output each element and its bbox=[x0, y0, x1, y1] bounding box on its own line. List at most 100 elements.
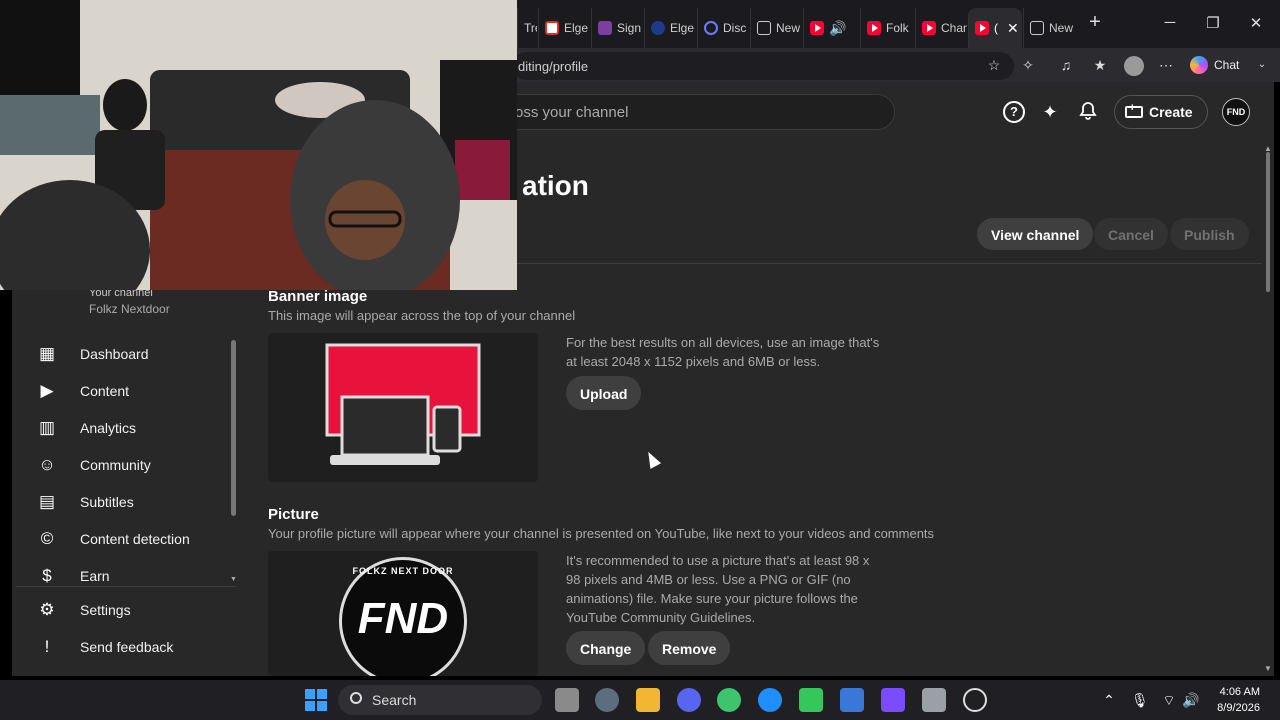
media-player-icon[interactable] bbox=[963, 688, 987, 712]
search-icon bbox=[704, 21, 718, 35]
picture-section-title: Picture bbox=[268, 506, 319, 523]
gmail-icon bbox=[545, 21, 559, 35]
publish-button[interactable]: Publish bbox=[1170, 218, 1249, 250]
change-picture-button[interactable]: Change bbox=[566, 631, 646, 665]
tab-11[interactable]: New bbox=[1023, 8, 1079, 48]
sidebar-item-dashboard[interactable]: ▦ Dashboard bbox=[36, 336, 236, 372]
tray-chevron-up-icon[interactable]: ⌃ bbox=[1101, 692, 1117, 709]
clock-date[interactable]: 8/9/2026 bbox=[1200, 702, 1260, 714]
sidebar-item-community[interactable]: ☺ Community bbox=[36, 447, 236, 483]
sidebar-item-label: Analytics bbox=[80, 420, 137, 436]
logo-text: FND bbox=[357, 594, 449, 643]
tab-label: Elge bbox=[670, 21, 695, 35]
browser-essentials-icon[interactable]: ♫ bbox=[1057, 56, 1075, 74]
upload-banner-button[interactable]: Upload bbox=[566, 376, 642, 410]
task-view-icon[interactable] bbox=[555, 688, 579, 712]
channel-logo: FOLKZ NEXT DOOR FND bbox=[339, 557, 467, 676]
tab-7[interactable]: 🔊 bbox=[803, 8, 859, 48]
tab-6[interactable]: New bbox=[750, 8, 802, 48]
restore-icon[interactable]: ❐ bbox=[1203, 14, 1223, 32]
video-camera-icon bbox=[1125, 102, 1143, 118]
channel-search-input[interactable]: oss your channel bbox=[492, 94, 895, 130]
tab-label: Sign bbox=[617, 21, 642, 35]
sidebar-item-content[interactable]: ▶ Content bbox=[36, 373, 236, 409]
feedback-icon: ! bbox=[44, 637, 50, 656]
tab-active[interactable]: (✕ bbox=[968, 8, 1022, 48]
tab-label: New bbox=[1049, 21, 1074, 35]
wifi-icon[interactable]: ⌔ bbox=[1161, 692, 1177, 710]
page-scrollbar[interactable] bbox=[1266, 152, 1270, 292]
youtube-icon bbox=[975, 21, 989, 35]
sidebar-item-settings[interactable]: ⚙ Settings bbox=[36, 592, 236, 628]
help-icon[interactable]: ? bbox=[1003, 101, 1025, 123]
device-app-icon[interactable] bbox=[922, 688, 946, 712]
globe-icon bbox=[651, 21, 665, 35]
sidebar-item-label: Dashboard bbox=[80, 346, 149, 362]
sidebar-item-analytics[interactable]: ▥ Analytics bbox=[36, 410, 236, 446]
tab-label: New bbox=[776, 21, 801, 35]
tab-1[interactable]: Tre bbox=[517, 8, 537, 48]
sidebar-item-content-detection[interactable]: © Content detection bbox=[36, 521, 236, 557]
settings-gear-icon[interactable] bbox=[595, 688, 619, 712]
sidebar-item-label: Earn bbox=[80, 568, 110, 584]
clock-time[interactable]: 4:06 AM bbox=[1200, 686, 1260, 698]
store-icon[interactable] bbox=[840, 688, 864, 712]
address-bar[interactable]: diting/profile bbox=[512, 52, 1014, 80]
sidebar-scrollbar[interactable] bbox=[231, 340, 236, 516]
gear-app-icon[interactable] bbox=[717, 688, 741, 712]
tab-8[interactable]: Folk bbox=[860, 8, 914, 48]
cancel-button[interactable]: Cancel bbox=[1094, 218, 1168, 250]
banner-preview bbox=[268, 333, 538, 482]
sidebar-item-label: Content detection bbox=[80, 531, 190, 547]
profile-avatar-icon[interactable] bbox=[1124, 56, 1144, 76]
sidebar-item-subtitles[interactable]: ▤ Subtitles bbox=[36, 484, 236, 520]
screen: Tre Elge Sign Elge Disc New 🔊 Folk Chan … bbox=[0, 0, 1280, 720]
extensions-icon[interactable]: ✧ bbox=[1019, 56, 1037, 74]
favorites-icon[interactable]: ★ bbox=[1091, 56, 1109, 74]
minimize-icon[interactable]: ─ bbox=[1160, 14, 1180, 31]
new-tab-icon[interactable]: + bbox=[1085, 11, 1105, 34]
apps-grid-icon[interactable] bbox=[881, 688, 905, 712]
sidebar-item-earn[interactable]: $ Earn bbox=[36, 558, 236, 594]
more-menu-icon[interactable]: ⋯ bbox=[1157, 56, 1175, 74]
sidebar-item-label: Send feedback bbox=[80, 639, 174, 655]
sparkle-icon[interactable]: ✦ bbox=[1039, 101, 1061, 123]
tab-3[interactable]: Sign bbox=[591, 8, 643, 48]
close-window-icon[interactable]: ✕ bbox=[1246, 14, 1266, 32]
file-explorer-icon[interactable] bbox=[636, 688, 660, 712]
sidebar-scroll-down-icon[interactable]: ▼ bbox=[230, 576, 237, 583]
newtab-icon bbox=[757, 21, 771, 35]
community-icon: ☺ bbox=[38, 455, 56, 474]
favorite-star-icon[interactable]: ☆ bbox=[985, 56, 1003, 74]
sidebar-item-send-feedback[interactable]: ! Send feedback bbox=[36, 629, 236, 665]
tab-4[interactable]: Elge bbox=[644, 8, 696, 48]
account-avatar[interactable]: FND bbox=[1222, 98, 1250, 126]
tab-label: ( bbox=[994, 21, 998, 35]
start-icon[interactable] bbox=[304, 688, 328, 712]
edge-browser-icon[interactable] bbox=[758, 688, 782, 712]
discord-icon[interactable] bbox=[677, 688, 701, 712]
webcam-overlay bbox=[0, 0, 517, 290]
dashboard-icon: ▦ bbox=[38, 344, 56, 363]
tab-2[interactable]: Elge bbox=[538, 8, 590, 48]
channel-name: Folkz Nextdoor bbox=[89, 302, 170, 316]
tab-label: Folk bbox=[886, 21, 909, 35]
create-button[interactable]: Create bbox=[1114, 95, 1208, 129]
tab-5[interactable]: Disc bbox=[697, 8, 749, 48]
gaming-app-icon[interactable] bbox=[799, 688, 823, 712]
taskbar-search[interactable]: Search bbox=[338, 685, 542, 715]
volume-icon[interactable]: 🔊 bbox=[1182, 692, 1199, 709]
tab-label: Elge bbox=[564, 21, 589, 35]
view-channel-button[interactable]: View channel bbox=[977, 218, 1094, 250]
bell-icon[interactable] bbox=[1077, 101, 1099, 123]
remove-picture-button[interactable]: Remove bbox=[648, 631, 731, 665]
youtube-icon bbox=[867, 21, 881, 35]
microphone-icon[interactable]: 🎙 bbox=[1131, 692, 1149, 709]
copilot-chat-button[interactable]: Chat bbox=[1190, 54, 1239, 76]
close-tab-icon[interactable]: ✕ bbox=[1007, 20, 1019, 37]
banner-section-title: Banner image bbox=[268, 288, 368, 305]
chevron-down-icon[interactable]: ⌄ bbox=[1253, 56, 1271, 74]
copilot-icon bbox=[1190, 56, 1208, 74]
tab-9[interactable]: Chan bbox=[915, 8, 967, 48]
scroll-down-icon[interactable]: ▼ bbox=[1264, 664, 1272, 673]
